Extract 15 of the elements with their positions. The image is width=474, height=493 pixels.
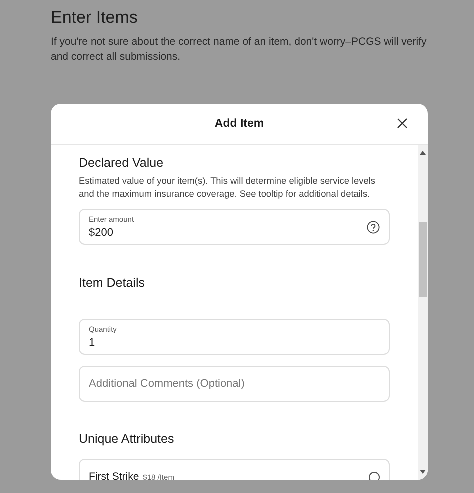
scroll-up-icon[interactable] xyxy=(420,151,426,155)
dialog-title: Add Item xyxy=(214,118,264,130)
help-icon[interactable] xyxy=(367,220,380,234)
scrollbar[interactable] xyxy=(418,145,428,480)
intro-text: If you're not sure about the correct name of an item, don't worry–PCGS will verify and correct all submissions. xyxy=(51,35,428,65)
scrollbar-thumb[interactable] xyxy=(419,222,427,297)
comments-field[interactable]: Additional Comments (Optional) xyxy=(79,366,390,402)
section-heading: Unique Attributes xyxy=(79,431,176,447)
radio-button[interactable] xyxy=(369,472,380,480)
close-icon[interactable] xyxy=(397,118,408,129)
page-title: Enter Items xyxy=(51,8,139,28)
section-heading: Item Details xyxy=(79,275,146,291)
section-description: Estimated value of your item(s). This will determine eligible service levels and the maximum insurance coverage. See tooltip for additional details. xyxy=(79,175,376,201)
section-heading: Declared Value xyxy=(79,155,165,171)
scroll-down-icon[interactable] xyxy=(420,470,426,474)
